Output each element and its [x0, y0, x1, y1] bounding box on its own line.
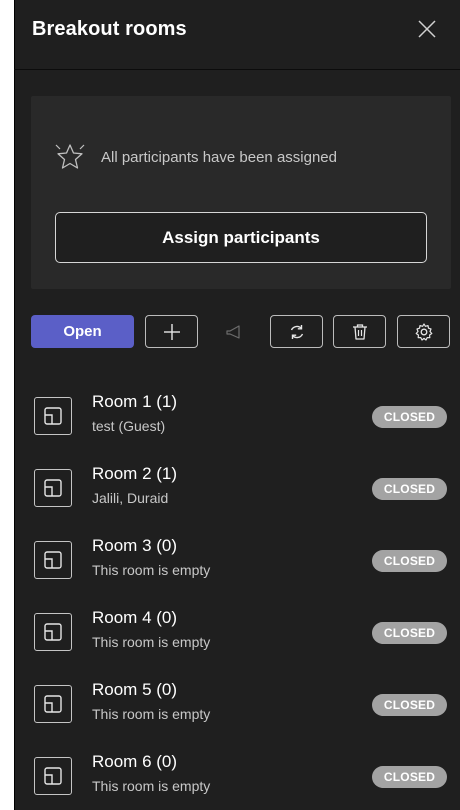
rooms-toolbar: Open: [14, 313, 460, 353]
plus-icon: [163, 323, 180, 340]
sparkle-star-icon: [55, 144, 85, 169]
room-participants: This room is empty: [92, 562, 211, 578]
breakout-rooms-panel: Breakout rooms All participants have bee…: [14, 0, 460, 810]
room-icon: [34, 541, 72, 579]
room-screen-icon: [44, 407, 62, 425]
assignment-card: All participants have been assigned Assi…: [31, 96, 451, 289]
room-status-badge: CLOSED: [372, 766, 447, 788]
room-status-badge: CLOSED: [372, 622, 447, 644]
add-room-button[interactable]: [145, 315, 198, 348]
room-name: Room 3 (0): [92, 536, 178, 555]
room-participants: test (Guest): [92, 418, 166, 434]
room-name: Room 2 (1): [92, 464, 178, 483]
room-row[interactable]: Room 5 (0) This room is empty CLOSED: [14, 676, 460, 738]
room-participants: This room is empty: [92, 634, 211, 650]
assign-participants-button[interactable]: Assign participants: [55, 212, 427, 263]
room-status-badge: CLOSED: [372, 406, 447, 428]
room-row[interactable]: Room 2 (1) Jalili, Duraid CLOSED: [14, 460, 460, 522]
room-status-badge: CLOSED: [372, 694, 447, 716]
delete-rooms-button[interactable]: [333, 315, 386, 348]
room-screen-icon: [44, 767, 62, 785]
assignment-status: All participants have been assigned: [53, 142, 337, 172]
trash-icon: [352, 323, 367, 340]
close-icon: [418, 20, 436, 38]
room-status-badge: CLOSED: [372, 478, 447, 500]
make-announcement-button[interactable]: [224, 322, 244, 347]
open-rooms-button[interactable]: Open: [31, 315, 134, 348]
room-icon: [34, 685, 72, 723]
room-icon: [34, 469, 72, 507]
room-icon: [34, 397, 72, 435]
gear-icon: [415, 322, 432, 341]
room-icon: [34, 757, 72, 795]
room-screen-icon: [44, 551, 62, 569]
close-button[interactable]: [412, 14, 442, 44]
rooms-settings-button[interactable]: [397, 315, 450, 348]
room-name: Room 5 (0): [92, 680, 178, 699]
room-participants: This room is empty: [92, 706, 211, 722]
room-participants: This room is empty: [92, 778, 211, 794]
room-status-badge: CLOSED: [372, 550, 447, 572]
refresh-icon: [290, 324, 303, 339]
room-row[interactable]: Room 4 (0) This room is empty CLOSED: [14, 604, 460, 666]
panel-title: Breakout rooms: [32, 18, 187, 40]
recreate-rooms-button[interactable]: [270, 315, 323, 348]
room-name: Room 1 (1): [92, 392, 178, 411]
megaphone-icon: [226, 325, 240, 339]
assignment-status-text: All participants have been assigned: [101, 148, 337, 166]
room-screen-icon: [44, 623, 62, 641]
room-name: Room 6 (0): [92, 752, 178, 771]
room-row[interactable]: Room 1 (1) test (Guest) CLOSED: [14, 388, 460, 450]
room-icon: [34, 613, 72, 651]
room-screen-icon: [44, 695, 62, 713]
room-name: Room 4 (0): [92, 608, 178, 627]
room-row[interactable]: Room 6 (0) This room is empty CLOSED: [14, 748, 460, 810]
room-row[interactable]: Room 3 (0) This room is empty CLOSED: [14, 532, 460, 594]
panel-header: Breakout rooms: [14, 0, 460, 70]
room-participants: Jalili, Duraid: [92, 490, 169, 506]
room-screen-icon: [44, 479, 62, 497]
